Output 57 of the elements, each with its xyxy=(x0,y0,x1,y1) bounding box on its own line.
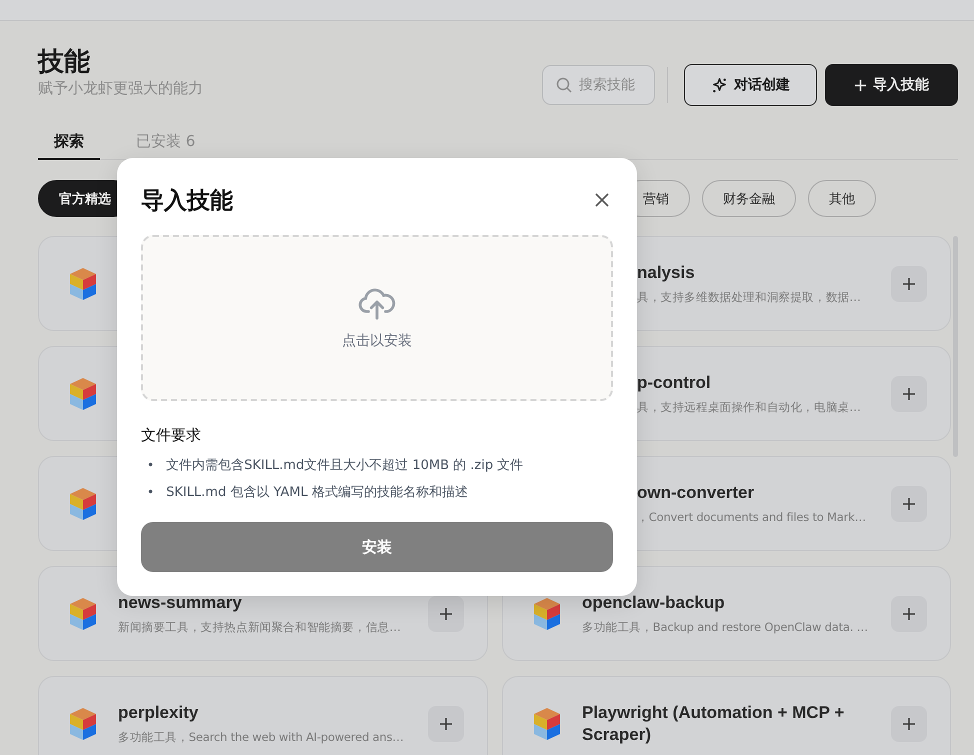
skill-name: news-summary xyxy=(118,592,243,614)
search-field[interactable]: 搜索技能 xyxy=(542,65,655,105)
cube-icon xyxy=(70,598,96,630)
add-button[interactable] xyxy=(891,486,927,522)
plus-icon xyxy=(854,78,867,92)
skill-description: 具，支持远程桌面操作和自动化，电脑桌… xyxy=(637,400,862,415)
dropzone-label: 点击以安装 xyxy=(342,332,412,350)
bullet: • xyxy=(147,457,154,474)
skill-name: nalysis xyxy=(637,262,696,284)
category-chip[interactable]: 财务金融 xyxy=(702,180,796,217)
cube-icon xyxy=(534,708,560,740)
category-chip[interactable]: 其他 xyxy=(808,180,876,217)
plus-icon xyxy=(902,276,916,290)
skill-name: Playwright (Automation + MCP + Scraper) xyxy=(582,702,846,746)
skill-description: 多功能工具，Backup and restore OpenClaw data. … xyxy=(582,620,869,635)
skill-card[interactable]: perplexity 多功能工具，Search the web with AI-powered ans… xyxy=(38,676,488,755)
plus-icon xyxy=(902,496,916,510)
cube-icon xyxy=(70,378,96,410)
search-icon xyxy=(556,77,572,93)
cube-icon xyxy=(70,708,96,740)
bullet: • xyxy=(147,484,154,501)
plus-icon xyxy=(902,606,916,620)
skill-card[interactable]: Playwright (Automation + MCP + Scraper) xyxy=(502,676,951,755)
cloud-upload-icon xyxy=(358,286,396,320)
close-icon xyxy=(595,193,609,207)
tab[interactable]: 探索 xyxy=(38,124,100,160)
skill-description: 具，支持多维数据处理和洞察提取，数据… xyxy=(637,290,862,305)
page-subtitle: 赋予小龙虾更强大的能力 xyxy=(38,78,203,98)
plus-icon xyxy=(439,606,453,620)
requirement-item: SKILL.md 包含以 YAML 格式编写的技能名称和描述 xyxy=(166,484,468,502)
skill-card[interactable]: openclaw-backup 多功能工具，Backup and restore OpenClaw data. … xyxy=(502,566,951,661)
add-button[interactable] xyxy=(891,706,927,742)
skill-description: ，Convert documents and files to Mark… xyxy=(637,510,867,525)
requirements-title: 文件要求 xyxy=(141,425,202,446)
skill-name: openclaw-backup xyxy=(582,592,726,614)
dialog-title: 导入技能 xyxy=(141,186,233,216)
sparkle-icon xyxy=(711,76,728,94)
plus-icon xyxy=(439,716,453,730)
skill-name: own-converter xyxy=(637,482,756,504)
cube-icon xyxy=(70,488,96,520)
skill-name: perplexity xyxy=(118,702,200,724)
skill-name: p-control xyxy=(637,372,712,394)
cube-icon xyxy=(70,268,96,300)
upload-dropzone[interactable]: 点击以安装 xyxy=(141,235,613,401)
add-button[interactable] xyxy=(891,596,927,632)
cube-icon xyxy=(534,598,560,630)
skill-description: 多功能工具，Search the web with AI-powered ans… xyxy=(118,730,405,745)
page-title: 技能 xyxy=(38,46,91,78)
add-button[interactable] xyxy=(891,376,927,412)
add-button[interactable] xyxy=(428,706,464,742)
chat-create-button[interactable]: 对话创建 xyxy=(684,64,817,106)
add-button[interactable] xyxy=(428,596,464,632)
skill-description: 新闻摘要工具，支持热点新闻聚合和智能摘要，信息… xyxy=(118,620,402,635)
import-button[interactable]: 导入技能 xyxy=(825,64,958,106)
plus-icon xyxy=(902,716,916,730)
plus-icon xyxy=(902,386,916,400)
add-button[interactable] xyxy=(891,266,927,302)
